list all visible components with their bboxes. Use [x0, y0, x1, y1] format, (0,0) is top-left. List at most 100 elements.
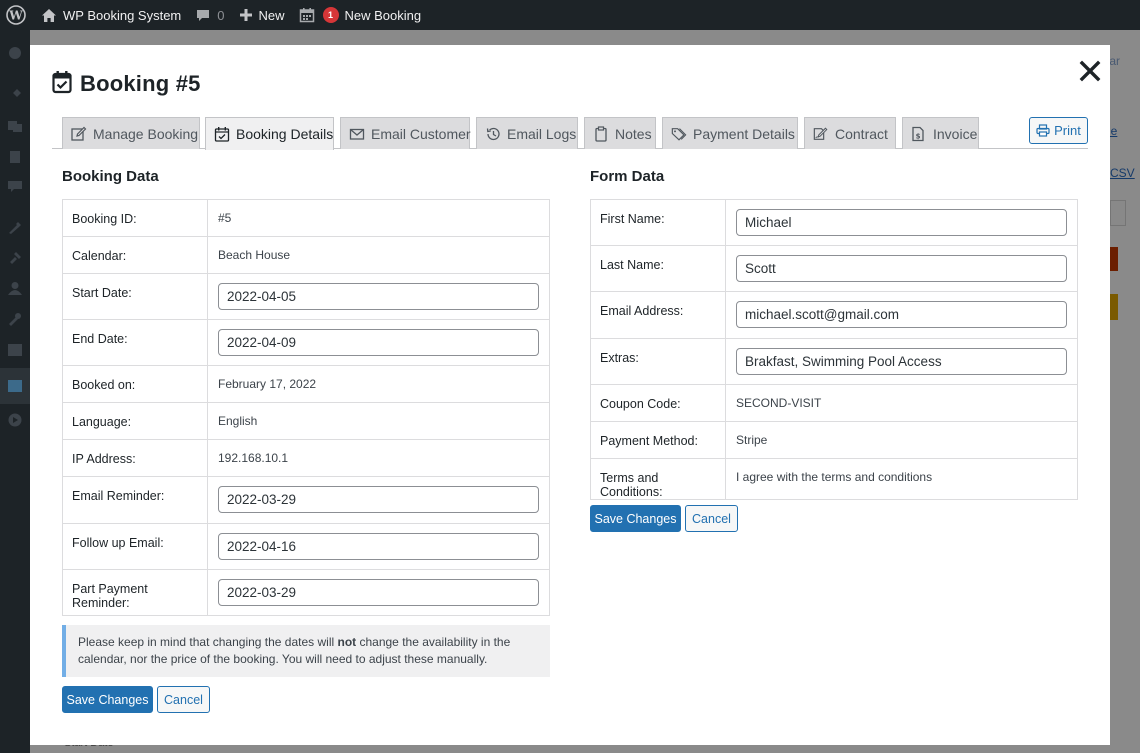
end-date-input[interactable]: 2022-04-09 — [218, 329, 539, 356]
close-icon[interactable] — [1078, 59, 1102, 83]
media-icon[interactable] — [7, 119, 23, 133]
booking-id-value: #5 — [207, 199, 550, 237]
tab-bar: Manage Booking Booking Details Email Cus… — [52, 117, 1088, 150]
home-icon — [41, 8, 57, 23]
booking-data-table: Booking ID: #5 Calendar: Beach House Sta… — [62, 199, 550, 616]
email-reminder-input[interactable]: 2022-03-29 — [218, 486, 539, 513]
tab-invoice[interactable]: $ Invoice — [902, 117, 979, 149]
form-save-changes-button[interactable]: Save Changes — [590, 505, 681, 532]
pencil-icon — [71, 126, 87, 142]
tab-label: Contract — [835, 125, 888, 142]
tab-payment-details[interactable]: Payment Details — [662, 117, 798, 149]
modal-header: Booking #5 — [52, 70, 201, 97]
form-cancel-button[interactable]: Cancel — [685, 505, 738, 532]
table-row: Payment Method: Stripe — [590, 421, 1078, 459]
tab-email-customer[interactable]: Email Customer — [340, 117, 471, 149]
table-row: Last Name: Scott — [590, 245, 1078, 292]
email-reminder-label: Email Reminder: — [62, 476, 208, 524]
tab-contract[interactable]: Contract — [804, 117, 896, 149]
new-booking-link[interactable]: 1 New Booking — [292, 0, 429, 30]
tab-label: Email Logs — [507, 125, 577, 142]
plugins-icon[interactable] — [7, 250, 23, 264]
cancel-button[interactable]: Cancel — [157, 686, 210, 713]
settings-icon[interactable] — [7, 343, 23, 357]
appearance-icon[interactable] — [7, 220, 23, 234]
table-row: Start Date: 2022-04-05 — [62, 273, 550, 320]
part-payment-reminder-input[interactable]: 2022-03-29 — [218, 579, 539, 606]
extras-input[interactable]: Brakfast, Swimming Pool Access — [736, 348, 1067, 375]
booked-on-value: February 17, 2022 — [207, 365, 550, 403]
table-row: Terms and Conditions: I agree with the t… — [590, 458, 1078, 500]
table-row: Booking ID: #5 — [62, 199, 550, 237]
table-row: Coupon Code: SECOND-VISIT — [590, 384, 1078, 422]
end-date-label: End Date: — [62, 319, 208, 366]
invoice-icon: $ — [911, 126, 927, 142]
tab-manage-booking[interactable]: Manage Booking — [62, 117, 200, 149]
extras-label: Extras: — [590, 338, 726, 385]
pin-icon[interactable] — [7, 88, 23, 102]
follow-up-email-input[interactable]: 2022-04-16 — [218, 533, 539, 560]
booking-menu-item[interactable] — [0, 368, 30, 404]
comments-count: 0 — [217, 7, 225, 23]
follow-up-email-label: Follow up Email: — [62, 523, 208, 570]
modal-title: Booking #5 — [80, 70, 201, 96]
tab-email-logs[interactable]: Email Logs — [476, 117, 578, 149]
table-row: Email Address: michael.scott@gmail.com — [590, 291, 1078, 339]
wordpress-logo-icon[interactable]: W — [0, 0, 34, 30]
table-row: End Date: 2022-04-09 — [62, 319, 550, 366]
first-name-input[interactable]: Michael — [736, 209, 1067, 236]
svg-text:$: $ — [916, 132, 921, 140]
ip-address-value: 192.168.10.1 — [207, 439, 550, 477]
bg-yellow-button-fragment — [1110, 294, 1118, 320]
new-label: New — [258, 7, 285, 23]
payment-method-value: Stripe — [725, 421, 1078, 459]
calendar-check-icon — [214, 126, 230, 142]
plus-icon — [239, 8, 253, 22]
users-icon[interactable] — [7, 281, 23, 295]
first-name-label: First Name: — [590, 199, 726, 246]
coupon-code-value: SECOND-VISIT — [725, 384, 1078, 422]
site-name-link[interactable]: WP Booking System — [34, 0, 188, 30]
table-row: Extras: Brakfast, Swimming Pool Access — [590, 338, 1078, 385]
tab-label: Invoice — [933, 125, 978, 142]
booking-modal: Booking #5 Manage Booking Booking Detail… — [30, 45, 1110, 745]
calendar-label: Calendar: — [62, 236, 208, 274]
tab-booking-details[interactable]: Booking Details — [205, 117, 334, 150]
dates-notice: Please keep in mind that changing the da… — [62, 625, 550, 677]
form-data-table: First Name: Michael Last Name: Scott Ema… — [590, 199, 1078, 500]
ip-address-label: IP Address: — [62, 439, 208, 477]
save-changes-button[interactable]: Save Changes — [62, 686, 153, 713]
last-name-label: Last Name: — [590, 245, 726, 292]
booked-on-label: Booked on: — [62, 365, 208, 403]
notice-emphasis: not — [337, 635, 357, 649]
table-row: Follow up Email: 2022-04-16 — [62, 523, 550, 570]
comments-icon[interactable] — [7, 180, 23, 194]
dashboard-icon[interactable] — [7, 45, 23, 59]
email-address-input[interactable]: michael.scott@gmail.com — [736, 301, 1067, 328]
start-date-input[interactable]: 2022-04-05 — [218, 283, 539, 310]
terms-label: Terms and Conditions: — [590, 458, 726, 500]
comment-icon — [195, 8, 211, 23]
site-name-label: WP Booking System — [63, 7, 182, 23]
pages-icon[interactable] — [7, 150, 23, 164]
admin-sidebar — [0, 30, 30, 753]
tags-icon — [671, 126, 687, 142]
calendar-icon — [299, 7, 315, 23]
admin-bar: W WP Booking System 0 New 1 New Booking — [0, 0, 1140, 30]
play-icon[interactable] — [7, 413, 23, 427]
new-booking-label: New Booking — [344, 7, 422, 23]
table-row: Booked on: February 17, 2022 — [62, 365, 550, 403]
start-date-label: Start Date: — [62, 273, 208, 320]
tools-icon[interactable] — [7, 312, 23, 326]
tab-notes[interactable]: Notes — [584, 117, 656, 149]
comments-link[interactable]: 0 — [188, 0, 231, 30]
language-value: English — [207, 402, 550, 440]
booking-data-heading: Booking Data — [62, 168, 159, 185]
tab-label: Email Customer — [371, 125, 471, 142]
notification-badge: 1 — [322, 7, 339, 23]
new-content-link[interactable]: New — [232, 0, 292, 30]
last-name-input[interactable]: Scott — [736, 255, 1067, 282]
print-button[interactable]: Print — [1029, 117, 1088, 144]
language-label: Language: — [62, 402, 208, 440]
history-icon — [485, 126, 501, 142]
